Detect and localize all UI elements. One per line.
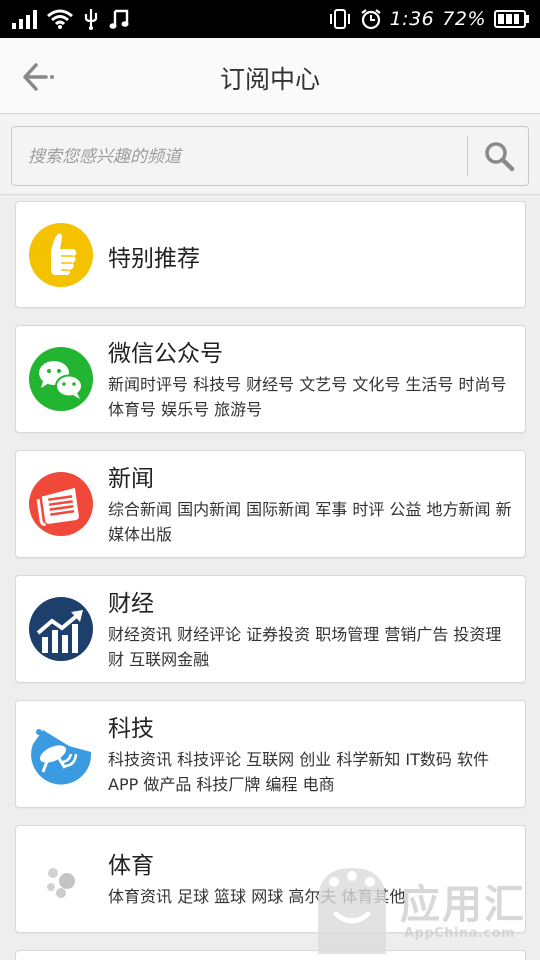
wechat-icon <box>29 347 93 411</box>
status-bar: 1:36 72% <box>0 0 540 38</box>
watermark-logo-icon <box>318 868 386 954</box>
category-card-news[interactable]: 新闻 综合新闻 国内新闻 国际新闻 军事 时评 公益 地方新闻 新媒体出版 <box>15 450 526 558</box>
search-button[interactable] <box>474 135 524 177</box>
signal-icon <box>12 9 37 29</box>
battery-percent: 72% <box>442 8 486 30</box>
category-tags: 综合新闻 国内新闻 国际新闻 军事 时评 公益 地方新闻 新媒体出版 <box>108 500 512 544</box>
category-card-finance[interactable]: 财经 财经资讯 财经评论 证券投资 职场管理 营销广告 投资理财 互联网金融 <box>15 575 526 683</box>
music-icon <box>109 9 129 29</box>
category-name: 财经 <box>108 591 154 617</box>
category-name: 新闻 <box>108 466 154 492</box>
finance-chart-icon <box>29 597 93 661</box>
category-name: 微信公众号 <box>108 341 223 367</box>
category-tags: 新闻时评号 科技号 财经号 文艺号 文化号 生活号 时尚号 体育号 娱乐号 旅游… <box>108 375 507 419</box>
watermark-text: 应用汇 <box>400 882 526 928</box>
vibrate-icon <box>329 9 350 29</box>
page-title: 订阅中心 <box>219 65 320 94</box>
alarm-icon <box>360 9 381 30</box>
category-name: 体育 <box>108 853 154 879</box>
app-header: 订阅中心 <box>0 38 540 114</box>
category-card-recommended[interactable]: 特别推荐 <box>15 201 526 308</box>
newspaper-icon <box>29 472 93 536</box>
search-input[interactable] <box>28 137 458 177</box>
usb-icon <box>84 9 98 30</box>
status-right-icons: 1:36 72% <box>328 7 530 31</box>
watermark-subtext: AppChina.com <box>404 926 516 941</box>
category-tags: 财经资讯 财经评论 证券投资 职场管理 营销广告 投资理财 互联网金融 <box>108 625 502 669</box>
thumbs-up-icon <box>29 223 93 287</box>
search-box <box>11 126 529 186</box>
category-name: 特别推荐 <box>108 246 200 272</box>
wifi-icon <box>47 9 73 29</box>
battery-icon <box>494 10 529 28</box>
category-name: 科技 <box>108 716 154 742</box>
satellite-icon <box>29 722 93 786</box>
search-divider <box>467 136 468 176</box>
balls-icon <box>29 847 93 911</box>
search-bar-container <box>0 115 540 195</box>
status-left-icons <box>12 7 129 31</box>
category-card-wechat[interactable]: 微信公众号 新闻时评号 科技号 财经号 文艺号 文化号 生活号 时尚号 体育号 … <box>15 325 526 433</box>
search-icon <box>485 142 515 172</box>
appchina-watermark: 应用汇 AppChina.com <box>312 862 532 954</box>
category-tags: 科技资讯 科技评论 互联网 创业 科学新知 IT数码 软件APP 做产品 科技厂… <box>108 750 490 794</box>
category-card-tech[interactable]: 科技 科技资讯 科技评论 互联网 创业 科学新知 IT数码 软件APP 做产品 … <box>15 700 526 808</box>
status-time: 1:36 <box>389 8 435 30</box>
